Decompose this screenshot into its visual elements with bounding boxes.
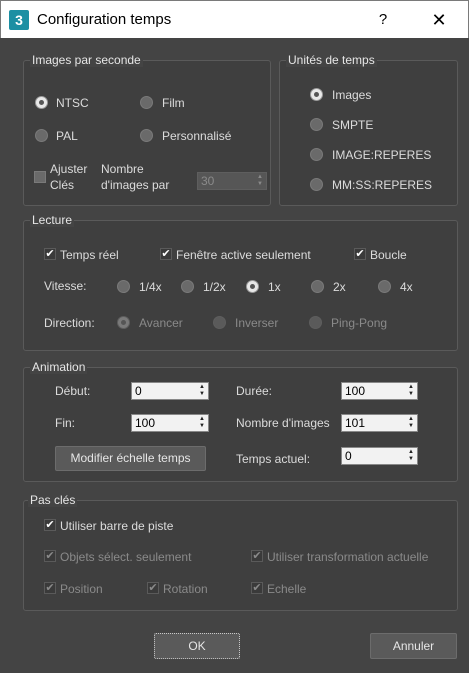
fps-pal-label: PAL [56,129,78,143]
end-value: 100 [135,416,156,430]
scale-checkbox[interactable]: ✔ [251,582,263,594]
time-units-mmss-reperes-radio[interactable] [310,178,323,191]
use-current-transform-label: Utiliser transformation actuelle [267,550,429,564]
animation-group-title: Animation [30,360,88,374]
selected-objects-only-label: Objets sélect. seulement [60,550,192,564]
time-units-mmss-reperes-label: MM:SS:REPERES [332,178,433,192]
start-spinner[interactable]: 0 ▲ ▼ [131,382,209,400]
real-time-checkbox[interactable]: ✔ [44,248,56,260]
rotation-checkbox[interactable]: ✔ [147,582,159,594]
frame-count-label-line2: d'images par [101,178,170,192]
use-trackbar-label: Utiliser barre de piste [60,519,174,533]
time-units-images-label: Images [332,88,372,102]
ok-button[interactable]: OK [154,633,240,659]
speed-1x-radio[interactable] [246,280,259,293]
speed-label: Vitesse: [44,279,87,293]
fps-frame-count-spinner[interactable]: 30 ▲ ▼ [197,172,267,190]
end-label: Fin: [55,416,76,430]
playback-group-title: Lecture [30,213,75,227]
fps-ntsc-radio[interactable] [35,96,48,109]
fps-film-label: Film [162,96,185,110]
speed-1x-label: 1x [268,280,281,294]
rotation-label: Rotation [163,582,208,596]
fps-frame-count-value: 30 [201,174,215,188]
speed-2x-radio[interactable] [311,280,324,293]
fps-film-radio[interactable] [140,96,153,109]
position-label: Position [60,582,103,596]
direction-pingpong-label: Ping-Pong [331,316,388,330]
start-label: Début: [55,384,91,398]
cancel-button[interactable]: Annuler [370,633,457,659]
spinner-arrows-icon: ▲ ▼ [199,384,205,397]
use-current-transform-checkbox[interactable]: ✔ [251,550,263,562]
spinner-arrows-icon: ▲ ▼ [408,449,414,462]
fps-custom-radio[interactable] [140,129,153,142]
window-title: Configuration temps [37,11,172,28]
title-bar: 3 Configuration temps ? ✕ [0,0,469,38]
active-window-only-checkbox[interactable]: ✔ [160,248,172,260]
current-time-spinner[interactable]: 0 ▲ ▼ [341,447,418,465]
help-button[interactable]: ? [369,7,397,33]
frame-count-value: 101 [345,416,366,430]
rescale-time-button[interactable]: Modifier échelle temps [55,446,206,471]
direction-forward-label: Avancer [139,316,183,330]
playback-group [23,220,458,351]
spinner-arrows-icon: ▲ ▼ [199,416,205,429]
spinner-arrows-icon: ▲ ▼ [408,384,414,397]
adjust-keys-checkbox[interactable] [34,171,46,183]
length-label: Durée: [236,384,273,398]
speed-4x-radio[interactable] [378,280,391,293]
active-window-only-label: Fenêtre active seulement [176,248,311,262]
loop-label: Boucle [370,248,407,262]
real-time-label: Temps réel [60,248,119,262]
selected-objects-only-checkbox[interactable]: ✔ [44,550,56,562]
spinner-arrows-icon: ▲ ▼ [408,416,414,429]
close-button[interactable]: ✕ [425,7,453,33]
fps-group-title: Images par seconde [30,53,143,67]
adjust-keys-label-line1: Ajuster [50,162,88,176]
current-time-label: Temps actuel: [236,452,311,466]
use-trackbar-checkbox[interactable]: ✔ [44,519,56,531]
speed-2x-label: 2x [333,280,346,294]
time-units-image-reperes-radio[interactable] [310,148,323,161]
direction-pingpong-radio[interactable] [309,316,322,329]
speed-4x-label: 4x [400,280,413,294]
spinner-arrows-icon: ▲ ▼ [257,174,263,187]
time-units-smpte-label: SMPTE [332,118,374,132]
current-time-value: 0 [345,449,352,463]
adjust-keys-label-line2: Clés [50,178,75,192]
frame-count-label-line1: Nombre [101,162,144,176]
frame-count-label: Nombre d'images [236,416,330,430]
frame-count-spinner[interactable]: 101 ▲ ▼ [341,414,418,432]
speed-half-radio[interactable] [181,280,194,293]
time-units-images-radio[interactable] [310,88,323,101]
fps-custom-label: Personnalisé [162,129,232,143]
end-spinner[interactable]: 100 ▲ ▼ [131,414,209,432]
length-spinner[interactable]: 100 ▲ ▼ [341,382,418,400]
time-units-image-reperes-label: IMAGE:REPERES [332,148,432,162]
fps-ntsc-label: NTSC [56,96,89,110]
time-units-group-title: Unités de temps [286,53,377,67]
direction-reverse-radio[interactable] [213,316,226,329]
direction-label: Direction: [44,316,95,330]
key-steps-group-title: Pas clés [28,493,78,507]
scale-label: Echelle [267,582,307,596]
direction-reverse-label: Inverser [235,316,279,330]
app-logo-icon: 3 [9,10,29,30]
speed-quarter-label: 1/4x [139,280,162,294]
fps-pal-radio[interactable] [35,129,48,142]
length-value: 100 [345,384,366,398]
time-units-smpte-radio[interactable] [310,118,323,131]
loop-checkbox[interactable]: ✔ [354,248,366,260]
direction-forward-radio[interactable] [117,316,130,329]
speed-half-label: 1/2x [203,280,226,294]
position-checkbox[interactable]: ✔ [44,582,56,594]
speed-quarter-radio[interactable] [117,280,130,293]
start-value: 0 [135,384,142,398]
